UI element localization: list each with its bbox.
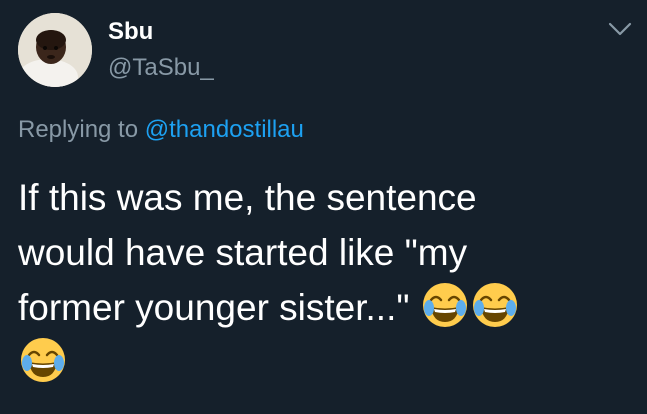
tweet-text-line: former younger sister..." xyxy=(18,280,638,335)
tweet-text: If this was me, the sentence would have … xyxy=(18,170,638,390)
chevron-down-icon[interactable] xyxy=(607,20,633,38)
tweet-text-line: would have started like "my xyxy=(18,232,468,273)
tweet-text-line xyxy=(18,335,638,390)
author-display-name[interactable]: Sbu xyxy=(108,18,153,46)
replying-to-line: Replying to @thandostillau xyxy=(18,116,304,144)
author-handle[interactable]: @TaSbu_ xyxy=(108,54,214,82)
reply-mention-link[interactable]: @thandostillau xyxy=(145,116,304,143)
profile-avatar-icon xyxy=(18,13,92,87)
face-with-tears-of-joy-icon xyxy=(420,280,470,330)
avatar[interactable] xyxy=(18,13,92,87)
face-with-tears-of-joy-icon xyxy=(470,280,520,330)
tweet-text-line: If this was me, the sentence xyxy=(18,177,477,218)
tweet-card: Sbu @TaSbu_ Replying to @thandostillau I… xyxy=(0,0,647,414)
replying-to-label: Replying to xyxy=(18,116,145,143)
face-with-tears-of-joy-icon xyxy=(18,335,68,385)
tweet-text-fragment: former younger sister..." xyxy=(18,287,420,328)
